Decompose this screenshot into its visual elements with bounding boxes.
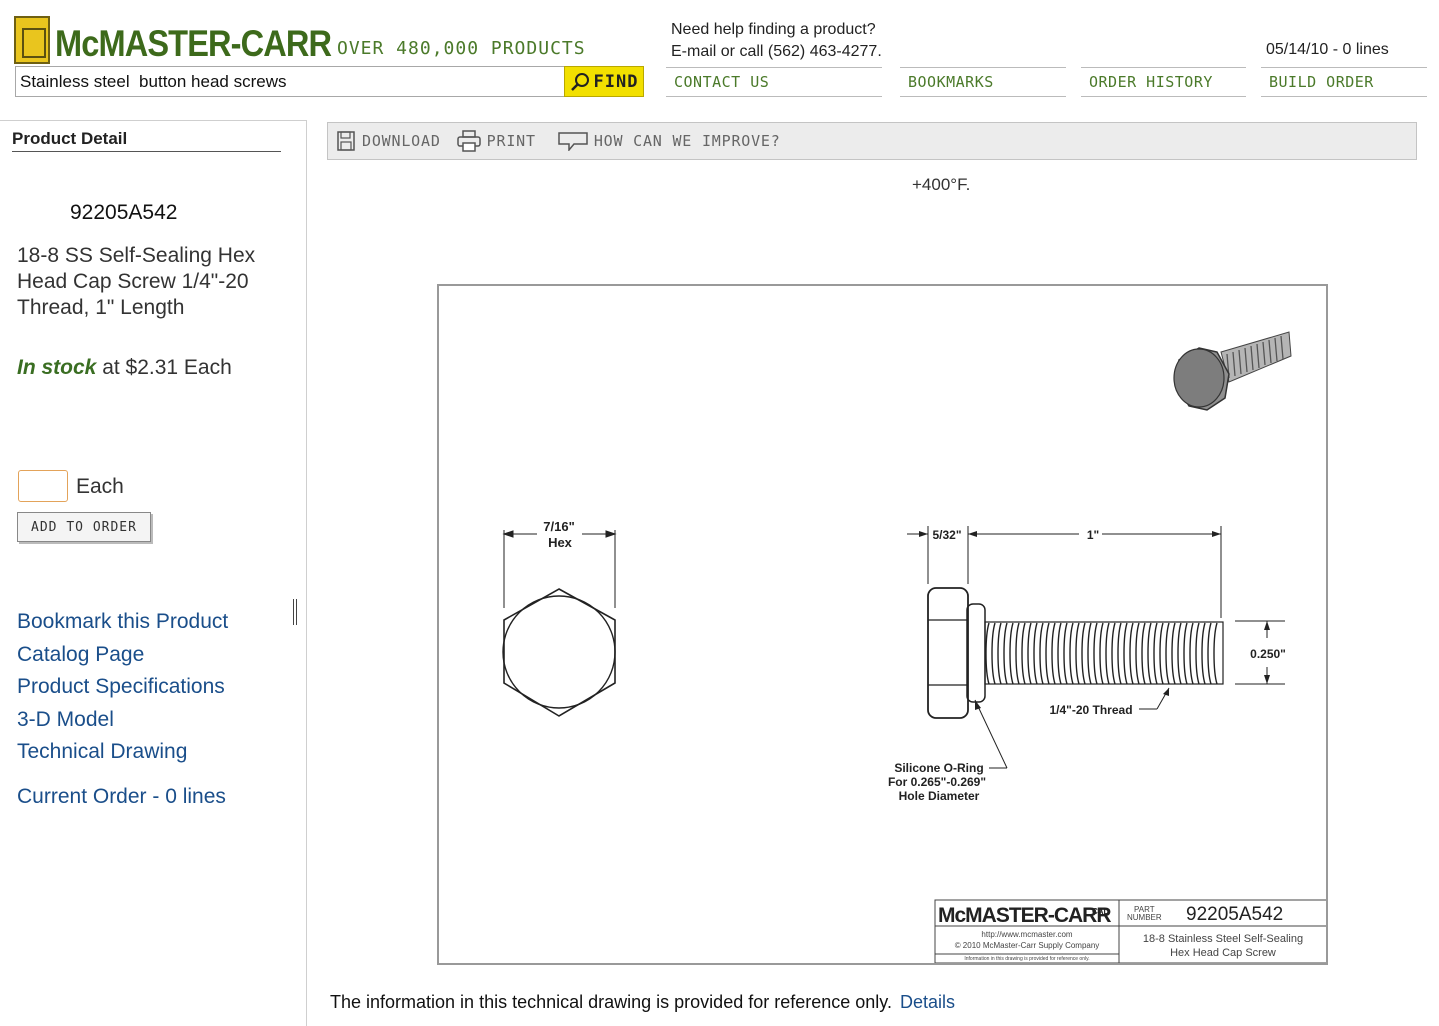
mcmaster-logo[interactable]: McMASTER-CARR xyxy=(14,12,369,64)
page: McMASTER-CARR OVER 480,000 PRODUCTS Need… xyxy=(0,0,1439,1026)
link-technical-drawing[interactable]: Technical Drawing xyxy=(17,736,228,769)
part-number: 92205A542 xyxy=(70,201,178,224)
logo-text: McMASTER-CARR xyxy=(55,23,332,64)
printer-icon xyxy=(456,130,481,152)
clipped-spec-text: +400°F. xyxy=(912,175,971,194)
dimension-lines xyxy=(907,526,1285,769)
stock-status: In stock xyxy=(17,356,97,379)
download-button[interactable]: DOWNLOAD xyxy=(336,131,441,151)
title-block-url: http://www.mcmaster.com xyxy=(981,930,1072,939)
link-3d-model[interactable]: 3-D Model xyxy=(17,704,228,737)
hex-end-view xyxy=(502,530,617,717)
find-label: FIND xyxy=(593,71,639,92)
quantity-unit: Each xyxy=(76,475,124,498)
add-to-order-button[interactable]: ADD TO ORDER xyxy=(17,512,151,542)
product-links: Bookmark this Product Catalog Page Produ… xyxy=(17,606,228,769)
head-height-dim: 5/32" xyxy=(932,528,961,542)
speech-bubble-icon xyxy=(558,132,588,151)
oring-line-3: Hole Diameter xyxy=(899,789,980,803)
product-detail-panel: Product Detail 92205A542 18-8 SS Self-Se… xyxy=(0,120,307,1026)
nav-order-history[interactable]: ORDER HISTORY xyxy=(1081,67,1246,97)
title-block-logo: McMASTER-CARR xyxy=(938,904,1111,927)
current-order-link[interactable]: Current Order - 0 lines xyxy=(17,785,226,809)
drawing-canvas: 7/16" Hex 5/32" 1" 0.250" 1/4"-20 Thread… xyxy=(502,331,1326,963)
hex-dim-label: 7/16" xyxy=(543,519,574,534)
length-dim: 1" xyxy=(1087,528,1099,542)
nav-bookmarks[interactable]: BOOKMARKS xyxy=(900,67,1066,97)
details-link[interactable]: Details xyxy=(900,992,955,1012)
magnifier-icon xyxy=(570,72,589,91)
catalog-book-icon xyxy=(14,16,50,64)
panel-resize-handle[interactable] xyxy=(293,599,297,625)
link-bookmark-product[interactable]: Bookmark this Product xyxy=(17,606,228,639)
title-block-part-number: 92205A542 xyxy=(1186,904,1283,925)
print-label: PRINT xyxy=(486,132,536,150)
order-date-lines: 05/14/10 - 0 lines xyxy=(1266,41,1389,58)
stock-price: In stock at $2.31 Each xyxy=(17,355,257,381)
help-line-1: Need help finding a product? xyxy=(671,21,876,38)
drawing-disclaimer: The information in this technical drawin… xyxy=(330,992,955,1013)
download-label: DOWNLOAD xyxy=(362,132,441,150)
tagline: OVER 480,000 PRODUCTS xyxy=(337,38,586,59)
part-number-label-2: NUMBER xyxy=(1127,913,1162,922)
oring-line-1: Silicone O-Ring xyxy=(894,761,983,775)
help-text: Need help finding a product? E-mail or c… xyxy=(671,19,882,63)
thread-label: 1/4"-20 Thread xyxy=(1049,703,1132,717)
feedback-button[interactable]: HOW CAN WE IMPROVE? xyxy=(558,131,781,151)
hex-label: Hex xyxy=(548,535,573,550)
title-block-disclaimer: Information in this drawing is provided … xyxy=(964,956,1089,962)
technical-drawing: 7/16" Hex 5/32" 1" 0.250" 1/4"-20 Thread… xyxy=(437,284,1328,965)
title-block-desc-2: Hex Head Cap Screw xyxy=(1170,947,1276,959)
screw-3d-render xyxy=(1173,331,1292,411)
product-description: 18-8 SS Self-Sealing Hex Head Cap Screw … xyxy=(17,244,256,319)
find-button[interactable]: FIND xyxy=(564,66,644,97)
help-line-2: E-mail or call (562) 463-4277. xyxy=(671,43,882,60)
link-catalog-page[interactable]: Catalog Page xyxy=(17,639,228,672)
feedback-label: HOW CAN WE IMPROVE? xyxy=(593,132,781,150)
title-block-copyright: © 2010 McMaster-Carr Supply Company xyxy=(955,941,1100,950)
floppy-disk-icon xyxy=(337,131,355,151)
oring-line-2: For 0.265"-0.269" xyxy=(888,775,986,789)
drawing-toolbar: DOWNLOAD PRINT HOW CAN WE IMPROVE? xyxy=(327,122,1417,160)
link-product-specifications[interactable]: Product Specifications xyxy=(17,671,228,704)
quantity-input[interactable] xyxy=(18,470,68,502)
search-input[interactable] xyxy=(15,66,565,97)
nav-build-order[interactable]: BUILD ORDER xyxy=(1261,67,1427,97)
panel-title: Product Detail xyxy=(12,129,281,152)
diameter-dim: 0.250" xyxy=(1250,647,1286,661)
title-block-desc-1: 18-8 Stainless Steel Self-Sealing xyxy=(1143,933,1303,945)
nav-contact-us[interactable]: CONTACT US xyxy=(666,67,882,97)
price-text: at $2.31 Each xyxy=(96,356,232,379)
thread-lines xyxy=(985,622,1218,685)
title-block-cad: CAD xyxy=(1092,907,1110,916)
disclaimer-text: The information in this technical drawin… xyxy=(330,992,892,1012)
print-button[interactable]: PRINT xyxy=(456,130,536,152)
